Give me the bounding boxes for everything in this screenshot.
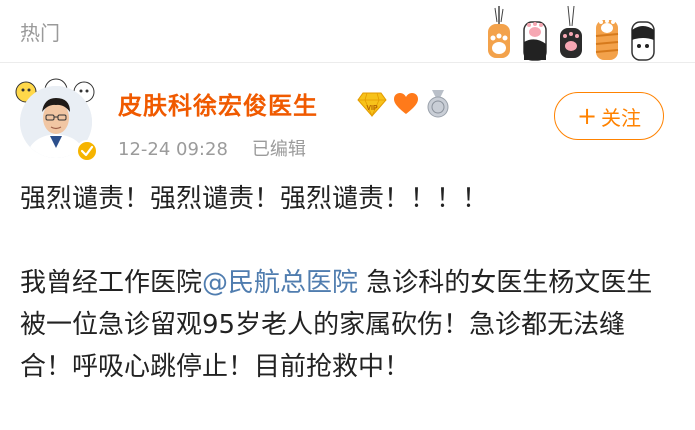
vip-diamond-icon[interactable]: VIP — [357, 91, 387, 117]
edited-label: 已编辑 — [251, 139, 306, 160]
author-name[interactable]: 皮肤科徐宏俊医生 — [118, 86, 318, 121]
follow-label: 关注 — [601, 105, 642, 130]
post-meta: 12-24 09:28 已编辑 — [118, 135, 306, 161]
post-text-prefix: 我曾经工作医院 — [20, 268, 203, 298]
follow-button[interactable]: + 关注 — [554, 92, 664, 140]
plus-icon: + — [576, 102, 598, 130]
post-text-line: 强烈谴责！强烈谴责！强烈谴责！！！！ — [20, 184, 489, 214]
paw-icon-black-face — [631, 21, 655, 61]
author-avatar[interactable] — [14, 76, 98, 162]
section-title: 热门 — [20, 21, 60, 45]
top-bar: 热门 — [0, 0, 695, 63]
heart-icon[interactable] — [393, 92, 419, 116]
mention-link[interactable]: @民航总医院 — [202, 268, 358, 298]
paw-icon-orange-striped — [595, 19, 619, 60]
author-badges: VIP — [357, 90, 451, 118]
post-content: 强烈谴责！强烈谴责！强烈谴责！！！！ 我曾经工作医院@民航总医院 急诊科的女医生… — [20, 178, 675, 388]
paw-icon-black-white — [523, 21, 547, 61]
verified-badge-icon — [76, 140, 98, 162]
paw-icon-black — [560, 6, 582, 58]
medal-icon[interactable] — [425, 90, 451, 118]
paw-decorations — [485, 6, 657, 62]
post-text-paragraph: 我曾经工作医院@民航总医院 急诊科的女医生杨文医生被一位急诊留观95岁老人的家属… — [20, 262, 675, 388]
post-time: 12-24 09:28 — [118, 139, 228, 160]
paw-icon-orange — [488, 6, 510, 58]
svg-text:VIP: VIP — [366, 105, 378, 112]
